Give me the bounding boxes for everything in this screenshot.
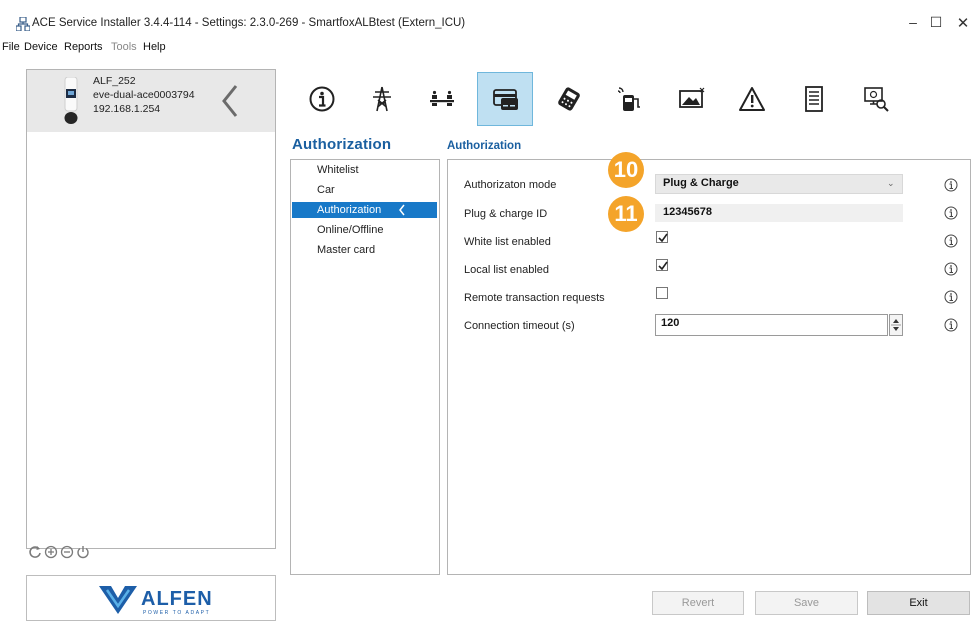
auth-mode-value: Plug & Charge bbox=[663, 177, 739, 189]
zoom-out-icon[interactable] bbox=[60, 545, 74, 559]
balance-icon bbox=[430, 90, 454, 106]
callout-badge: 11 bbox=[608, 196, 644, 232]
nav-item-online-offline[interactable]: Online/Offline bbox=[317, 224, 383, 236]
alfen-logo-graphic: ALFEN POWER TO ADAPT bbox=[99, 586, 213, 616]
alfen-logo: ALFEN POWER TO ADAPT bbox=[26, 575, 276, 621]
image-icon bbox=[679, 87, 705, 108]
menu-help[interactable]: Help bbox=[143, 41, 166, 53]
tool-balance[interactable] bbox=[414, 72, 470, 126]
tool-authorization[interactable] bbox=[477, 72, 533, 126]
tool-warning[interactable] bbox=[724, 72, 780, 126]
svg-text:POWER TO ADAPT: POWER TO ADAPT bbox=[143, 610, 210, 616]
tool-payment[interactable] bbox=[541, 72, 597, 126]
info-icon[interactable] bbox=[944, 318, 958, 332]
device-model: eve-dual-ace0003794 bbox=[93, 89, 195, 101]
timeout-stepper[interactable] bbox=[889, 314, 903, 336]
tool-document[interactable] bbox=[786, 72, 842, 126]
remote-label: Remote transaction requests bbox=[464, 292, 605, 304]
payment-terminal-icon bbox=[558, 87, 580, 111]
exit-button[interactable]: Exit bbox=[867, 591, 970, 615]
tool-grid[interactable] bbox=[354, 72, 410, 126]
form-heading: Authorization bbox=[447, 140, 522, 152]
chevron-left-icon[interactable] bbox=[218, 84, 242, 118]
charger-icon bbox=[617, 87, 640, 111]
checkmark-icon bbox=[658, 261, 668, 271]
info-icon[interactable] bbox=[944, 290, 958, 304]
pc-id-value: 12345678 bbox=[663, 206, 712, 218]
menu-device[interactable]: Device bbox=[24, 41, 58, 53]
timeout-value: 120 bbox=[661, 317, 680, 329]
remote-checkbox[interactable] bbox=[656, 287, 668, 299]
auth-mode-label: Authorizaton mode bbox=[464, 179, 557, 191]
info-icon[interactable] bbox=[944, 178, 958, 192]
checkmark-icon bbox=[658, 233, 668, 243]
whitelist-label: White list enabled bbox=[464, 236, 551, 248]
tool-diagnostics[interactable] bbox=[848, 72, 904, 126]
tool-info[interactable] bbox=[294, 72, 350, 126]
menu-tools[interactable]: Tools bbox=[111, 41, 137, 53]
nav-item-car[interactable]: Car bbox=[317, 184, 335, 196]
device-ip: 192.168.1.254 bbox=[93, 103, 161, 115]
power-icon[interactable] bbox=[76, 545, 90, 559]
chevron-left-icon bbox=[399, 204, 405, 216]
device-name: ALF_252 bbox=[93, 75, 136, 87]
info-icon[interactable] bbox=[944, 262, 958, 276]
zoom-in-icon[interactable] bbox=[44, 545, 58, 559]
svg-text:ALFEN: ALFEN bbox=[141, 588, 213, 610]
document-icon bbox=[805, 86, 823, 112]
info-icon[interactable] bbox=[944, 234, 958, 248]
minimize-button[interactable]: – bbox=[903, 14, 923, 32]
info-icon[interactable] bbox=[944, 206, 958, 220]
nav-item-whitelist[interactable]: Whitelist bbox=[317, 164, 359, 176]
chevron-down-icon[interactable]: ⌄ bbox=[887, 178, 895, 189]
timeout-label: Connection timeout (s) bbox=[464, 320, 575, 332]
menu-reports[interactable]: Reports bbox=[64, 41, 103, 53]
tool-charger[interactable] bbox=[601, 72, 657, 126]
save-button[interactable]: Save bbox=[755, 591, 858, 615]
locallist-label: Local list enabled bbox=[464, 264, 550, 276]
revert-button[interactable]: Revert bbox=[652, 591, 744, 615]
nav-item-master-card[interactable]: Master card bbox=[317, 244, 375, 256]
settings-nav-panel bbox=[290, 159, 440, 575]
maximize-button[interactable]: ☐ bbox=[926, 14, 946, 32]
card-icon bbox=[493, 89, 518, 110]
refresh-icon[interactable] bbox=[28, 545, 42, 559]
close-button[interactable]: ✕ bbox=[953, 14, 973, 32]
power-grid-icon bbox=[373, 86, 391, 112]
charger-device-icon bbox=[64, 77, 78, 124]
callout-badge: 10 bbox=[608, 152, 644, 188]
diagnostics-icon bbox=[864, 87, 889, 112]
nav-item-authorization[interactable]: Authorization bbox=[317, 204, 381, 216]
section-heading: Authorization bbox=[292, 136, 392, 153]
menu-file[interactable]: File bbox=[2, 41, 20, 53]
whitelist-checkbox[interactable] bbox=[656, 231, 668, 243]
device-list-panel bbox=[26, 69, 276, 549]
app-icon bbox=[16, 17, 30, 31]
tool-image[interactable] bbox=[664, 72, 720, 126]
timeout-input[interactable] bbox=[655, 314, 888, 336]
locallist-checkbox[interactable] bbox=[656, 259, 668, 271]
window-title: ACE Service Installer 3.4.4-114 - Settin… bbox=[32, 17, 466, 29]
pc-id-label: Plug & charge ID bbox=[464, 208, 548, 220]
info-icon bbox=[309, 86, 335, 112]
warning-icon bbox=[739, 87, 765, 111]
spinner-arrows-icon bbox=[891, 319, 901, 331]
